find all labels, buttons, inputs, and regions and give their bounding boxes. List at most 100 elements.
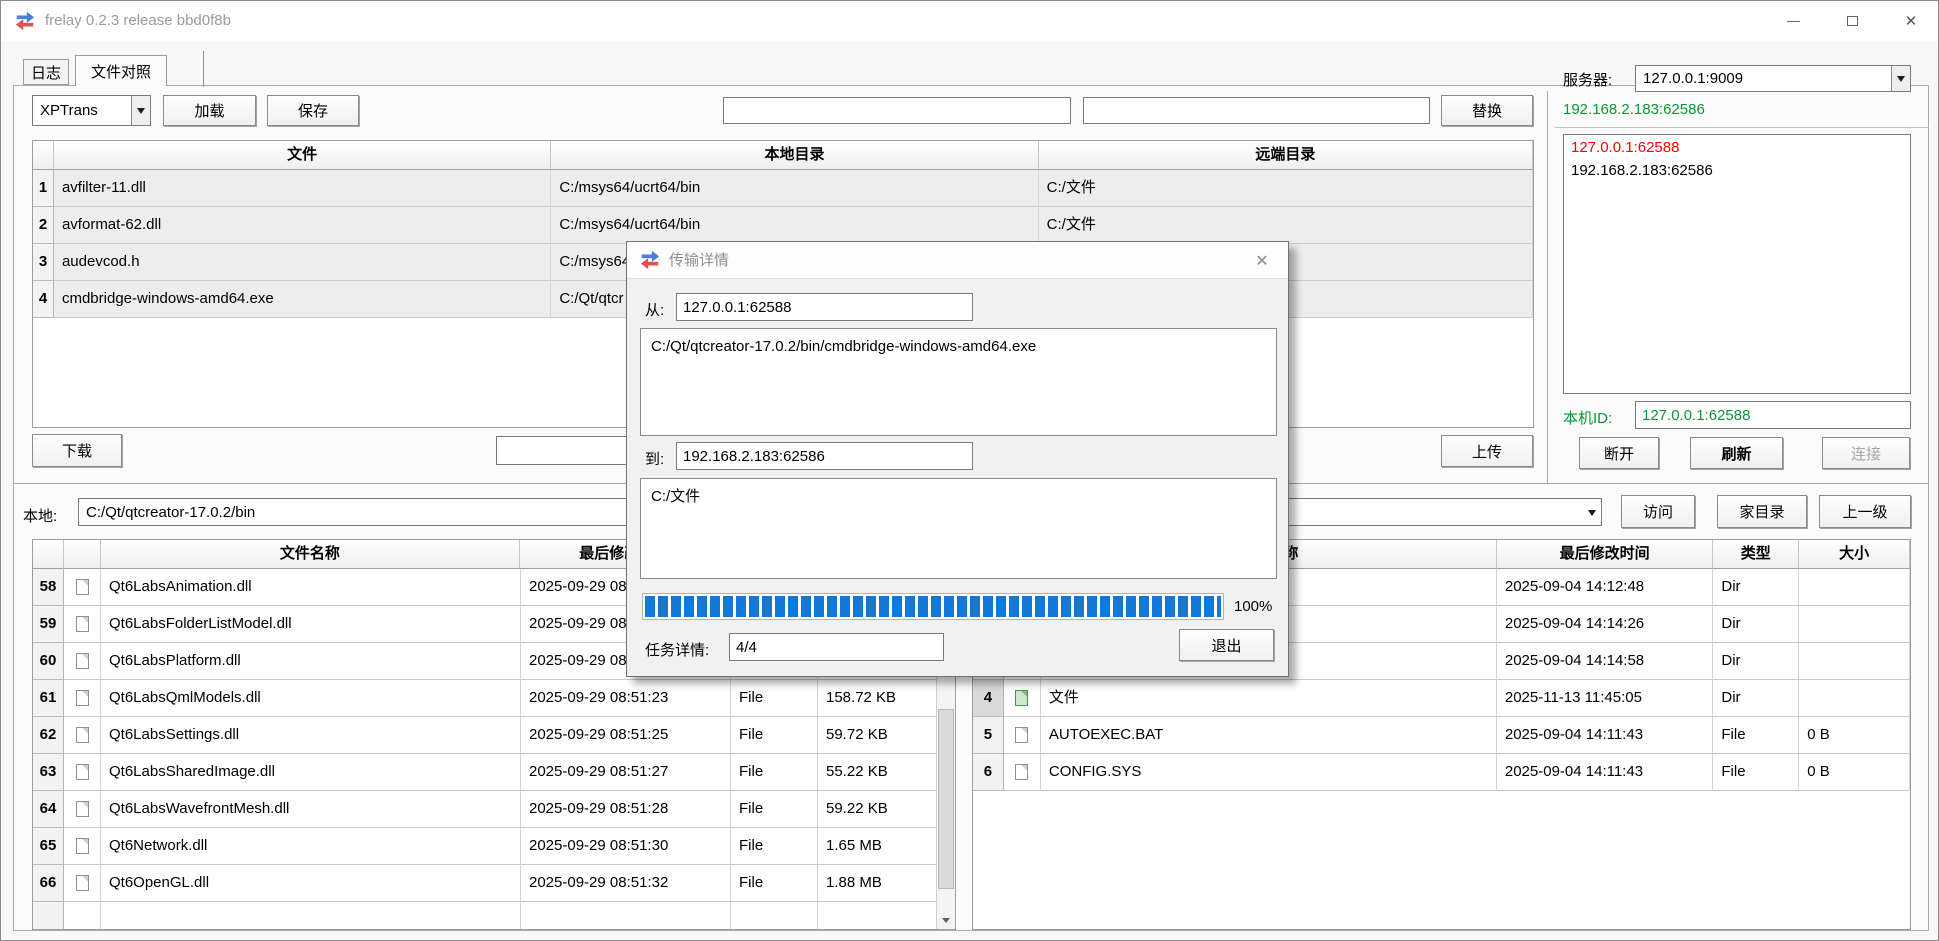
column-header-local[interactable]: 本地目录 bbox=[551, 141, 1038, 170]
from-label: 从: bbox=[645, 299, 664, 320]
compare-row[interactable]: 1avfilter-11.dllC:/msys64/ucrt64/binC:/文… bbox=[33, 170, 1533, 207]
local-file-row[interactable]: 65Qt6Network.dll2025-09-29 08:51:30File1… bbox=[33, 828, 955, 865]
remote-file-row[interactable]: 4文件2025-11-13 11:45:05Dir bbox=[973, 680, 1910, 717]
row-number: 1 bbox=[33, 170, 54, 207]
scroll-down-icon[interactable] bbox=[937, 912, 955, 929]
row-number: 5 bbox=[973, 717, 1004, 754]
cell-type: File bbox=[1713, 754, 1799, 791]
cell-mtime: 2025-09-29 08:51:27 bbox=[521, 754, 731, 791]
task-details-label: 任务详情: bbox=[645, 639, 709, 660]
column-header-icon[interactable] bbox=[64, 540, 101, 569]
row-number: 60 bbox=[33, 643, 64, 680]
cell-mtime: 2025-09-04 14:11:43 bbox=[1497, 717, 1714, 754]
remote-file-row[interactable]: 5AUTOEXEC.BAT2025-09-04 14:11:43File0 B bbox=[973, 717, 1910, 754]
chevron-down-icon[interactable] bbox=[131, 96, 150, 125]
refresh-button[interactable]: 刷新 bbox=[1690, 437, 1783, 469]
column-header-name[interactable]: 文件名称 bbox=[101, 540, 520, 569]
app-logo-icon bbox=[639, 249, 661, 271]
cell-type: File bbox=[731, 865, 818, 902]
cell-name: Qt6Network.dll bbox=[101, 828, 521, 865]
remote-file-row[interactable]: 6CONFIG.SYS2025-09-04 14:11:43File0 B bbox=[973, 754, 1910, 791]
dialog-close-button[interactable]: ✕ bbox=[1244, 242, 1280, 279]
server-select[interactable]: 127.0.0.1:9009 bbox=[1635, 65, 1911, 92]
close-button[interactable]: ✕ bbox=[1888, 1, 1934, 41]
tab-log[interactable]: 日志 bbox=[23, 59, 69, 85]
document-icon bbox=[76, 801, 89, 817]
row-number: 66 bbox=[33, 865, 64, 902]
visit-button[interactable]: 访问 bbox=[1621, 495, 1695, 528]
cell-remote: C:/文件 bbox=[1039, 170, 1533, 207]
cell-name: Qt6LabsWavefrontMesh.dll bbox=[101, 791, 521, 828]
from-path-area[interactable]: C:/Qt/qtcreator-17.0.2/bin/cmdbridge-win… bbox=[640, 328, 1277, 436]
up-level-button[interactable]: 上一级 bbox=[1819, 495, 1911, 528]
column-header-num[interactable] bbox=[33, 540, 64, 569]
maximize-button[interactable] bbox=[1829, 1, 1875, 41]
folder-icon bbox=[1015, 690, 1028, 706]
column-header-num[interactable] bbox=[33, 141, 54, 170]
local-file-row[interactable]: 61Qt6LabsQmlModels.dll2025-09-29 08:51:2… bbox=[33, 680, 955, 717]
app-window: frelay 0.2.3 release bbd0f8b ✕ 日志 文件对照 X… bbox=[0, 0, 1939, 941]
column-header-remote[interactable]: 远端目录 bbox=[1039, 141, 1533, 170]
local-file-row[interactable]: 66Qt6OpenGL.dll2025-09-29 08:51:32File1.… bbox=[33, 865, 955, 902]
chevron-down-icon[interactable] bbox=[1891, 66, 1910, 91]
upload-button[interactable]: 上传 bbox=[1441, 435, 1533, 467]
disconnect-button[interactable]: 断开 bbox=[1579, 437, 1659, 469]
compare-row[interactable]: 2avformat-62.dllC:/msys64/ucrt64/binC:/文… bbox=[33, 207, 1533, 244]
scrollbar-thumb[interactable] bbox=[938, 709, 954, 889]
column-header-mtime[interactable]: 最后修改时间 bbox=[1497, 540, 1714, 569]
preset-select-value: XPTrans bbox=[33, 102, 131, 119]
local-file-row[interactable]: 64Qt6LabsWavefrontMesh.dll2025-09-29 08:… bbox=[33, 791, 955, 828]
close-icon: ✕ bbox=[1905, 14, 1918, 29]
cell-size bbox=[1799, 643, 1910, 680]
to-label: 到: bbox=[645, 448, 664, 469]
cell-name: Qt6LabsPlatform.dll bbox=[101, 643, 521, 680]
peer-list[interactable]: 127.0.0.1:62588192.168.2.183:62586 bbox=[1563, 134, 1911, 394]
exit-button[interactable]: 退出 bbox=[1179, 629, 1274, 661]
to-field[interactable] bbox=[676, 442, 973, 470]
cell-size bbox=[818, 902, 938, 930]
column-header-size[interactable]: 大小 bbox=[1799, 540, 1910, 569]
preset-select[interactable]: XPTrans bbox=[32, 95, 151, 126]
column-header-file[interactable]: 文件 bbox=[54, 141, 551, 170]
replace-button[interactable]: 替换 bbox=[1441, 95, 1533, 126]
replace-input[interactable] bbox=[1083, 97, 1430, 124]
peer-list-item[interactable]: 127.0.0.1:62588 bbox=[1564, 135, 1910, 158]
table-header-row: 文件本地目录远端目录 bbox=[33, 141, 1533, 170]
row-number: 62 bbox=[33, 717, 64, 754]
dialog-title-bar: 传输详情 ✕ bbox=[627, 242, 1288, 279]
column-header-type[interactable]: 类型 bbox=[1713, 540, 1799, 569]
cell-mtime: 2025-09-29 08:51:32 bbox=[521, 865, 731, 902]
icon-cell bbox=[64, 569, 101, 606]
download-button[interactable]: 下载 bbox=[32, 434, 122, 467]
minimize-button[interactable] bbox=[1770, 1, 1816, 41]
local-file-row[interactable] bbox=[33, 902, 955, 930]
tab-file-compare[interactable]: 文件对照 bbox=[75, 55, 167, 86]
chevron-down-icon[interactable] bbox=[1582, 499, 1601, 525]
cell-remote: C:/文件 bbox=[1039, 207, 1533, 244]
progress-bar bbox=[642, 593, 1224, 620]
dialog-title: 传输详情 bbox=[669, 242, 729, 279]
local-id-field[interactable] bbox=[1635, 401, 1911, 429]
to-path-area[interactable]: C:/文件 bbox=[640, 478, 1277, 579]
search-input[interactable] bbox=[723, 97, 1071, 124]
task-details-field[interactable] bbox=[729, 633, 944, 661]
local-id-label: 本机ID: bbox=[1563, 407, 1612, 428]
cell-size: 55.22 KB bbox=[818, 754, 938, 791]
cell-mtime: 2025-11-13 11:45:05 bbox=[1497, 680, 1714, 717]
row-number: 58 bbox=[33, 569, 64, 606]
row-number: 3 bbox=[33, 244, 54, 281]
cell-type: Dir bbox=[1713, 569, 1799, 606]
local-file-row[interactable]: 62Qt6LabsSettings.dll2025-09-29 08:51:25… bbox=[33, 717, 955, 754]
local-file-row[interactable]: 63Qt6LabsSharedImage.dll2025-09-29 08:51… bbox=[33, 754, 955, 791]
from-field[interactable] bbox=[676, 293, 973, 321]
home-dir-button[interactable]: 家目录 bbox=[1717, 495, 1807, 528]
cell-mtime: 2025-09-04 14:14:26 bbox=[1497, 606, 1714, 643]
load-button[interactable]: 加载 bbox=[163, 95, 256, 126]
cell-name: Qt6LabsSharedImage.dll bbox=[101, 754, 521, 791]
peer-list-item[interactable]: 192.168.2.183:62586 bbox=[1564, 158, 1910, 181]
document-icon bbox=[76, 727, 89, 743]
connect-button[interactable]: 连接 bbox=[1822, 437, 1910, 469]
save-button[interactable]: 保存 bbox=[267, 95, 359, 126]
icon-cell bbox=[64, 606, 101, 643]
transfer-details-dialog: 传输详情 ✕ 从: C:/Qt/qtcreator-17.0.2/bin/cmd… bbox=[626, 241, 1289, 677]
